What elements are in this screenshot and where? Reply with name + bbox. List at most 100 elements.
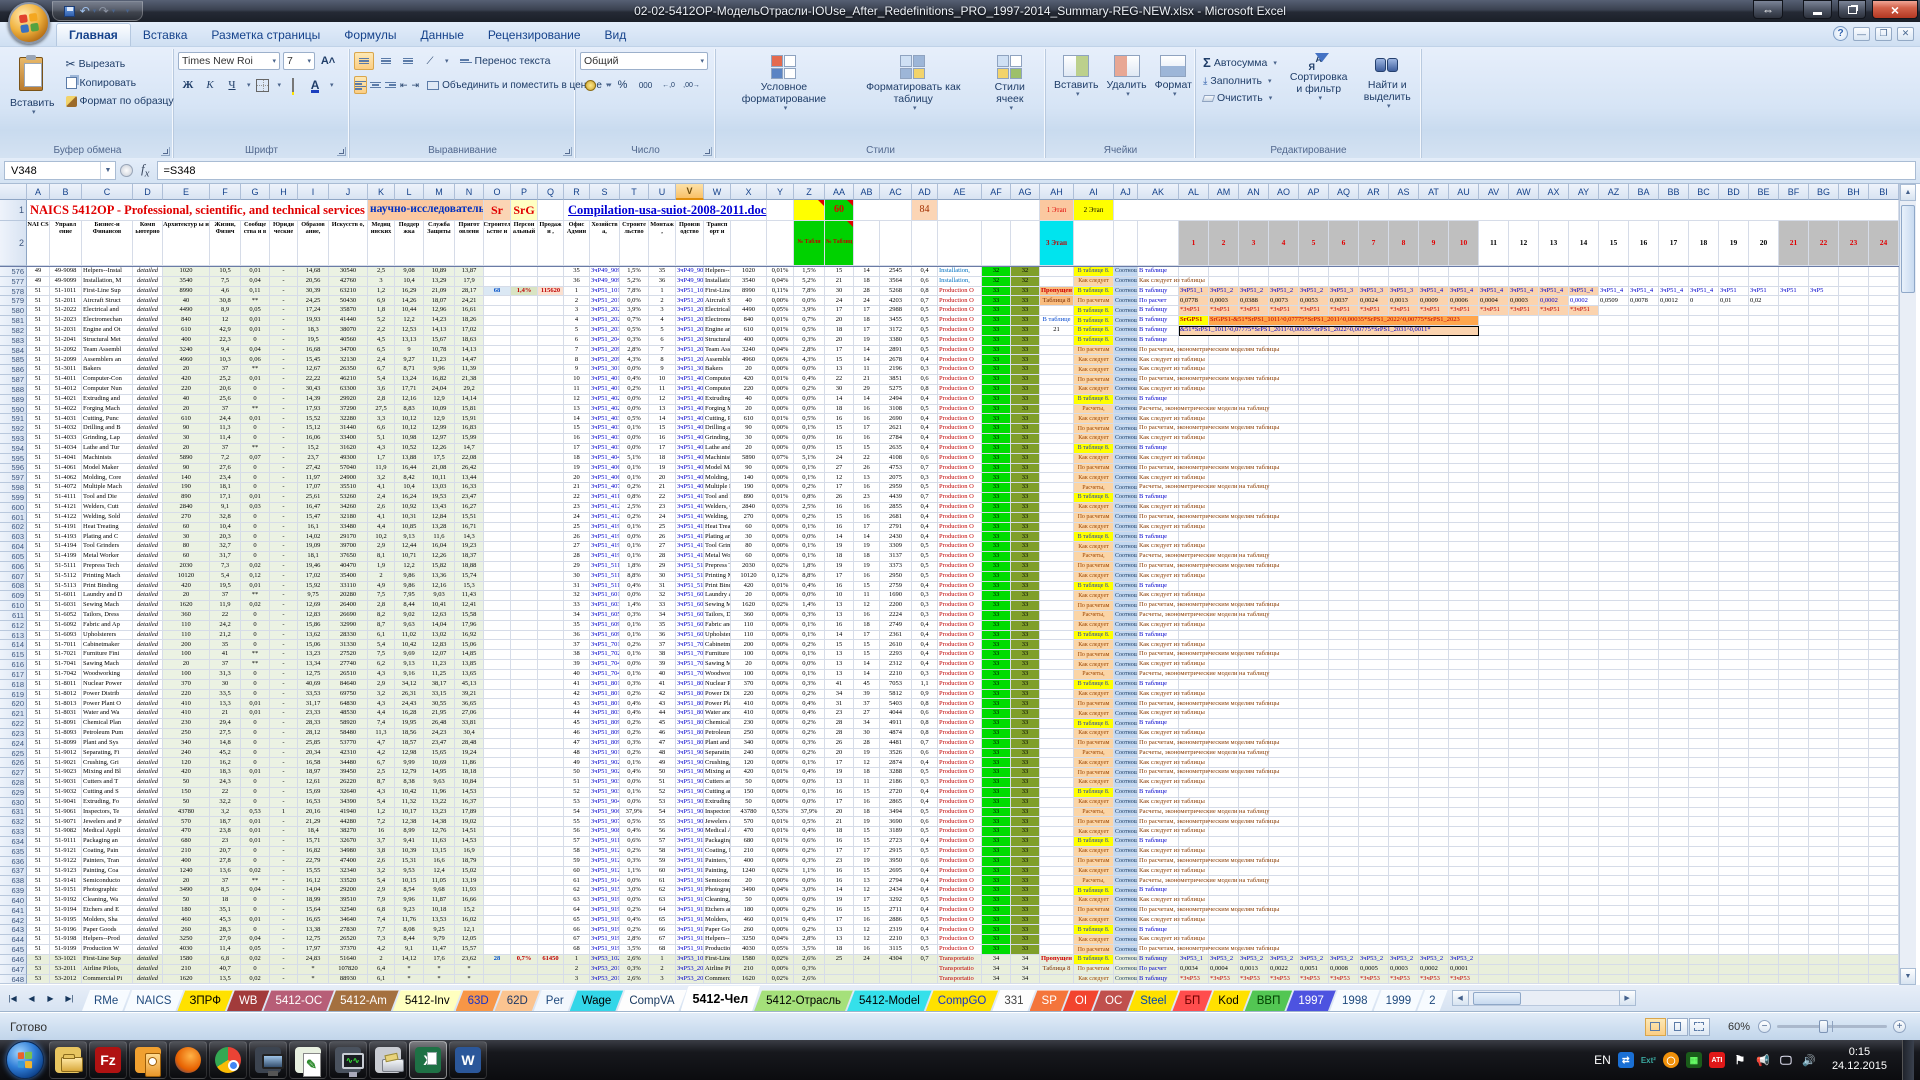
cell[interactable]: 18,1: [298, 552, 329, 562]
cell[interactable]: Как следует из таблицы: [1138, 473, 1179, 483]
cell[interactable]: 33: [1011, 925, 1040, 935]
cell[interactable]: Drilling and B: [704, 424, 731, 434]
cell[interactable]: Helpers--Instal: [704, 267, 731, 277]
cell[interactable]: ЗчР51_6052: [590, 611, 620, 621]
cell[interactable]: [1779, 896, 1809, 906]
cell[interactable]: 0,02%: [767, 955, 794, 965]
cell[interactable]: 15: [854, 827, 880, 837]
cell[interactable]: 15,02: [455, 867, 484, 877]
cell[interactable]: 21,09: [424, 287, 455, 297]
cell[interactable]: 3: [1239, 221, 1269, 266]
cell[interactable]: 0,4: [912, 532, 938, 542]
cell[interactable]: Соотнош: [1114, 296, 1138, 306]
cell[interactable]: [1329, 582, 1359, 592]
cell[interactable]: 13,03: [424, 483, 455, 493]
cell[interactable]: [1449, 640, 1479, 650]
cell[interactable]: 33: [982, 916, 1011, 926]
cell[interactable]: [1509, 434, 1539, 444]
cell[interactable]: 0,0073: [1269, 296, 1299, 306]
cell[interactable]: [1299, 768, 1329, 778]
cell[interactable]: 840: [163, 316, 210, 326]
cell[interactable]: [1599, 621, 1629, 631]
cell[interactable]: 28: [854, 739, 880, 749]
cell[interactable]: [511, 631, 538, 641]
cell[interactable]: [1569, 473, 1599, 483]
cell[interactable]: 4044: [880, 709, 912, 719]
cell[interactable]: [1449, 454, 1479, 464]
cell[interactable]: 33: [1011, 670, 1040, 680]
cell[interactable]: Semiconducto: [82, 876, 133, 886]
cell[interactable]: 6: [564, 336, 590, 346]
cell[interactable]: -: [270, 906, 298, 916]
cell[interactable]: 14,51: [455, 827, 484, 837]
cell[interactable]: 0,0013: [1239, 965, 1269, 975]
cell[interactable]: 20,34: [298, 749, 329, 759]
cell[interactable]: detailed: [133, 709, 163, 719]
cell[interactable]: [1389, 896, 1419, 906]
cell[interactable]: [484, 523, 511, 533]
cell[interactable]: 9: [649, 365, 676, 375]
cell[interactable]: [1749, 572, 1779, 582]
cell[interactable]: 0,06: [241, 355, 270, 365]
cell[interactable]: 11,4: [210, 434, 241, 444]
cell[interactable]: 18,7: [210, 817, 241, 827]
cell[interactable]: Production O: [938, 709, 982, 719]
cell[interactable]: *ЗчР51: [1329, 306, 1359, 316]
cell[interactable]: [1269, 582, 1299, 592]
cell[interactable]: [1239, 640, 1269, 650]
row-header[interactable]: 616: [0, 660, 27, 670]
cell[interactable]: 0,0%: [794, 365, 825, 375]
row-header[interactable]: 632: [0, 817, 27, 827]
cell[interactable]: [1329, 591, 1359, 601]
cell[interactable]: Woodworking: [704, 670, 731, 680]
paste-button[interactable]: Вставить▾: [6, 52, 59, 120]
cell[interactable]: ЗчР51_80: [676, 739, 704, 749]
cell[interactable]: [1839, 582, 1869, 592]
cell[interactable]: [1809, 316, 1839, 326]
cell[interactable]: Production O: [938, 611, 982, 621]
cell[interactable]: 18: [854, 768, 880, 778]
cell[interactable]: [1569, 847, 1599, 857]
cell[interactable]: [1509, 719, 1539, 729]
cell[interactable]: [1599, 424, 1629, 434]
cell[interactable]: ЗчР51_40: [676, 375, 704, 385]
cell[interactable]: [1419, 857, 1449, 867]
cell[interactable]: [1869, 778, 1899, 788]
cell[interactable]: 0,0%: [794, 532, 825, 542]
cell[interactable]: 33: [982, 857, 1011, 867]
cell[interactable]: 890: [731, 493, 767, 503]
cell[interactable]: 4,3: [368, 788, 395, 798]
cell[interactable]: [1419, 483, 1449, 493]
cell[interactable]: 18: [649, 454, 676, 464]
cell[interactable]: 680: [163, 837, 210, 847]
cell[interactable]: 3250: [163, 935, 210, 945]
cell[interactable]: [1869, 601, 1899, 611]
cell[interactable]: 0,4%: [620, 768, 649, 778]
cell[interactable]: 2678: [880, 355, 912, 365]
cell[interactable]: 12: [1509, 221, 1539, 266]
cell[interactable]: 7,95: [395, 591, 424, 601]
cell[interactable]: 37: [210, 365, 241, 375]
cell[interactable]: 0,0%: [620, 798, 649, 808]
cell[interactable]: [1329, 375, 1359, 385]
cell[interactable]: 0,1%: [620, 464, 649, 474]
cell[interactable]: [1599, 955, 1629, 965]
cell[interactable]: Installation, M: [82, 277, 133, 287]
cell[interactable]: [1269, 267, 1299, 277]
cell[interactable]: ЗчР51_9111: [590, 837, 620, 847]
cell[interactable]: ЗчР53_2: [1389, 955, 1419, 965]
cell[interactable]: 16: [854, 611, 880, 621]
cell[interactable]: 26: [564, 532, 590, 542]
cell[interactable]: [538, 473, 564, 483]
cell[interactable]: ЗчР51_70: [676, 670, 704, 680]
cell[interactable]: [484, 267, 511, 277]
cell[interactable]: [1329, 523, 1359, 533]
cell[interactable]: 15: [854, 582, 880, 592]
cell[interactable]: 51-4061: [50, 464, 82, 474]
cell[interactable]: 0,5: [912, 945, 938, 955]
cell[interactable]: 470: [731, 827, 767, 837]
cell[interactable]: ЗчР51_9151: [590, 886, 620, 896]
cell[interactable]: [1599, 749, 1629, 759]
cell[interactable]: Расчеты, эконометрические модели на табл…: [1138, 670, 1179, 680]
cell[interactable]: [1599, 434, 1629, 444]
